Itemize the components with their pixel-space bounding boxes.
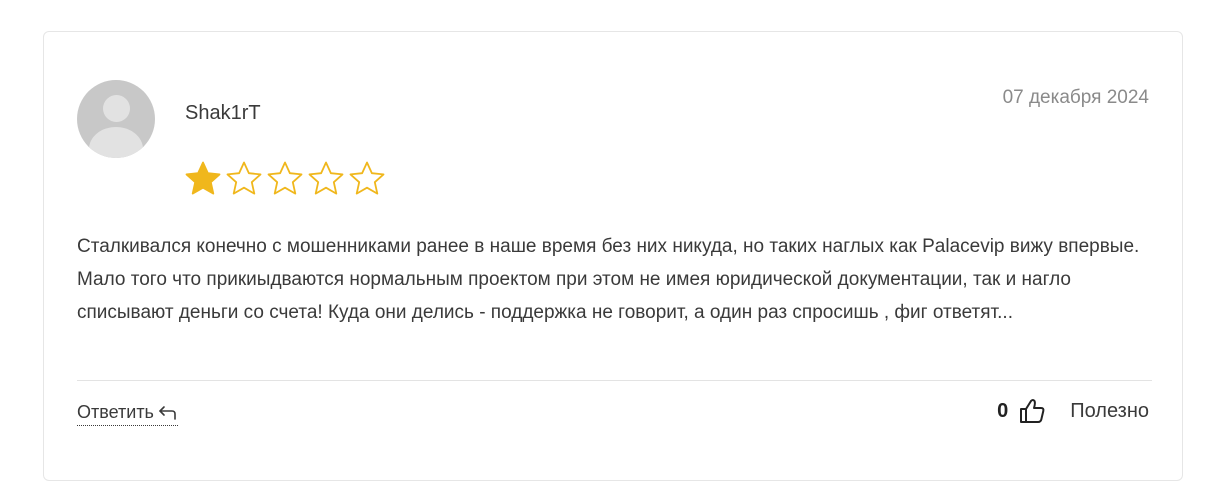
divider [77,380,1152,381]
avatar-body-shape [89,127,143,158]
review-author: Shak1rT [185,102,261,124]
thumbs-up-icon[interactable] [1018,397,1046,425]
avatar [77,80,155,158]
rating-stars [184,160,386,198]
star-filled-icon [185,161,221,195]
reply-button[interactable]: Ответить [77,402,178,426]
reply-arrow-icon [159,405,176,420]
helpful-count: 0 [997,399,1009,422]
review-card: Shak1rT 07 декабря 2024 Сталкивался коне… [43,31,1183,481]
helpful-button[interactable]: Полезно [1070,400,1149,423]
star-empty-icon [226,161,262,195]
star-empty-icon [267,161,303,195]
helpful-section: 0 Полезно [997,397,1149,425]
avatar-head-shape [103,95,130,122]
star-empty-icon [349,161,385,195]
review-text: Сталкивался конечно с мошенниками ранее … [77,236,1140,323]
reply-label: Ответить [77,402,154,422]
star-empty-icon [308,161,344,195]
review-date: 07 декабря 2024 [1002,87,1149,108]
